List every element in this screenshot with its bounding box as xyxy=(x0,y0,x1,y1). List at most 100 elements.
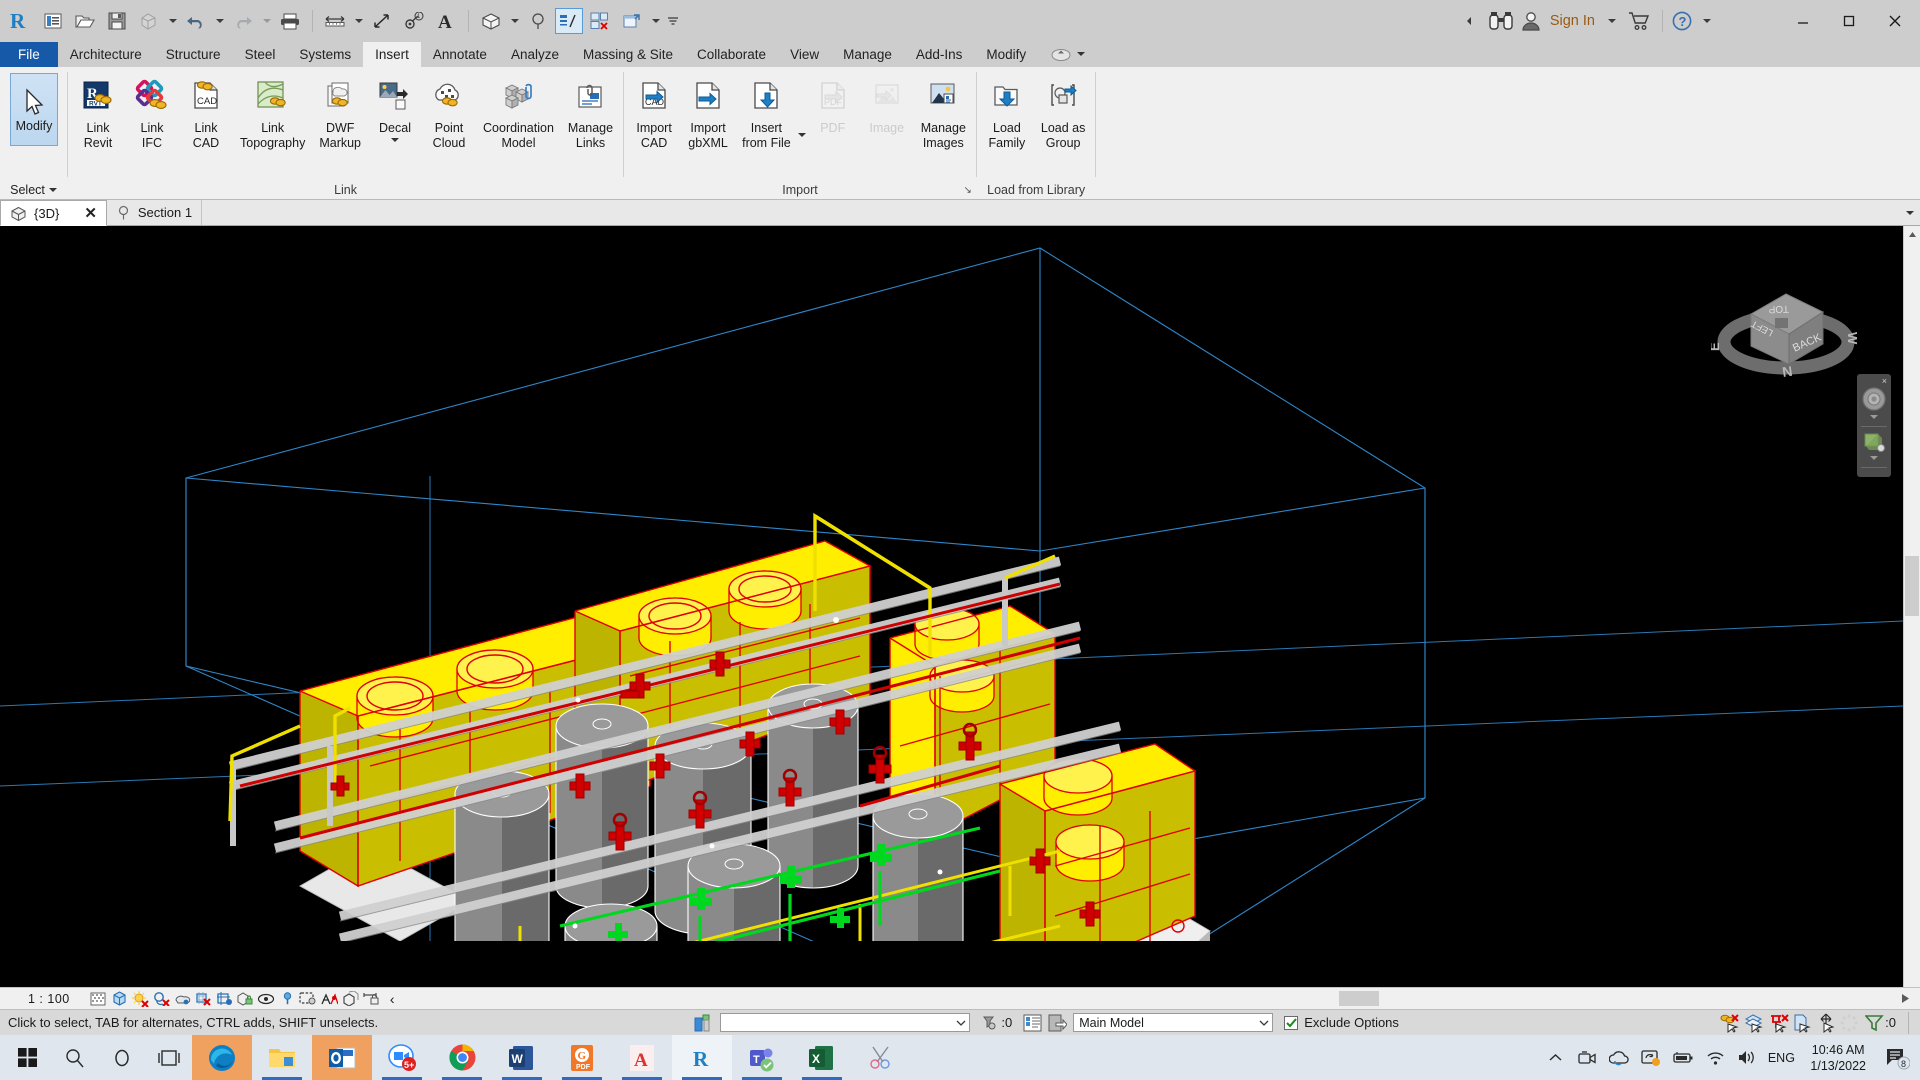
exclude-options-checkbox[interactable] xyxy=(1284,1015,1299,1030)
view-scale[interactable]: 1 : 100 xyxy=(4,992,88,1006)
view-tab-3d[interactable]: {3D} ✕ xyxy=(0,200,107,226)
show-hidden-icons-icon[interactable] xyxy=(1540,1035,1570,1080)
revit-logo-icon[interactable]: R xyxy=(6,6,36,36)
task-view-icon[interactable] xyxy=(145,1035,192,1080)
design-options-icon[interactable] xyxy=(1048,1014,1068,1032)
drawing-canvas[interactable]: N E W TOP LEFT BACK × xyxy=(0,226,1903,987)
horizontal-scroll-thumb[interactable] xyxy=(1338,991,1379,1006)
language-indicator[interactable]: ENG xyxy=(1764,1035,1798,1080)
ribbon-tab-insert[interactable]: Insert xyxy=(363,42,421,67)
horizontal-scrollbar[interactable] xyxy=(408,990,1889,1007)
default-3d-view-icon[interactable] xyxy=(476,6,506,36)
ribbon-tab-annotate[interactable]: Annotate xyxy=(421,42,499,67)
measure-dropdown-icon[interactable] xyxy=(352,6,365,36)
select-underlay-elements-icon[interactable] xyxy=(1744,1013,1766,1033)
view-tab-section-1[interactable]: Section 1 xyxy=(107,200,203,225)
ribbon-tab-massing-site[interactable]: Massing & Site xyxy=(571,42,685,67)
properties-icon[interactable] xyxy=(38,6,68,36)
save-as-icon[interactable] xyxy=(134,6,164,36)
view-tabs-overflow[interactable] xyxy=(1906,200,1920,225)
scroll-right-arrow[interactable] xyxy=(1895,989,1916,1009)
shadows-off-icon[interactable] xyxy=(151,989,172,1009)
ribbon-tab-steel[interactable]: Steel xyxy=(233,42,288,67)
coordination-model-button[interactable]: Coordination Model xyxy=(476,71,561,154)
aligned-dimension-icon[interactable] xyxy=(367,6,397,36)
zoom-dropdown-icon[interactable] xyxy=(1870,456,1878,460)
wifi-icon[interactable] xyxy=(1700,1035,1730,1080)
user-avatar-icon[interactable] xyxy=(1518,6,1544,36)
ribbon-tab-modify[interactable]: Modify xyxy=(974,42,1038,67)
manage-links-button[interactable]: Manage Links xyxy=(561,71,620,154)
navigation-bar[interactable]: × xyxy=(1857,374,1891,477)
ribbon-tab-structure[interactable]: Structure xyxy=(154,42,233,67)
close-button[interactable] xyxy=(1872,0,1918,42)
visual-style-icon[interactable] xyxy=(109,989,130,1009)
editable-elements-status[interactable]: :0 xyxy=(976,1014,1017,1031)
redo-icon[interactable] xyxy=(228,6,258,36)
cart-icon[interactable] xyxy=(1623,6,1657,36)
notifications-icon[interactable]: 8 xyxy=(1878,1035,1918,1080)
ribbon-tab-analyze[interactable]: Analyze xyxy=(499,42,571,67)
render-dialog-icon[interactable] xyxy=(172,989,193,1009)
undo-dropdown-icon[interactable] xyxy=(213,6,226,36)
ribbon-tab-view[interactable]: View xyxy=(778,42,831,67)
load-family-button[interactable]: Load Family xyxy=(980,71,1034,154)
load-as-group-button[interactable]: Load as Group xyxy=(1034,71,1092,154)
detail-level-icon[interactable] xyxy=(88,989,109,1009)
ribbon-tab-add-ins[interactable]: Add-Ins xyxy=(904,42,975,67)
ribbon-tab-file[interactable]: File xyxy=(0,42,58,67)
taskbar-app-autocad[interactable]: A xyxy=(612,1035,672,1080)
lock-3d-view-icon[interactable] xyxy=(235,989,256,1009)
link-cad-button[interactable]: CAD Link CAD xyxy=(179,71,233,154)
temporary-view-properties-icon[interactable] xyxy=(298,989,319,1009)
crop-view-off-icon[interactable] xyxy=(193,989,214,1009)
taskbar-app-chrome[interactable] xyxy=(432,1035,492,1080)
taskbar-app-teams[interactable]: T xyxy=(732,1035,792,1080)
clock[interactable]: 10:46 AM 1/13/2022 xyxy=(1800,1042,1876,1074)
vertical-scroll-thumb[interactable] xyxy=(1905,556,1919,616)
model-3d-view[interactable] xyxy=(0,226,1903,941)
volume-icon[interactable] xyxy=(1732,1035,1762,1080)
dwf-markup-button[interactable]: DWF Markup xyxy=(312,71,368,154)
sign-in-button[interactable]: Sign In xyxy=(1544,13,1601,29)
save-icon[interactable] xyxy=(102,6,132,36)
model-site-icon[interactable] xyxy=(694,1013,714,1033)
ribbon-tab-collaborate[interactable]: Collaborate xyxy=(685,42,778,67)
thin-lines-icon[interactable] xyxy=(555,8,583,34)
ribbon-tab-manage[interactable]: Manage xyxy=(831,42,904,67)
taskbar-app-outlook[interactable] xyxy=(312,1035,372,1080)
help-dropdown-icon[interactable] xyxy=(1696,6,1718,36)
panel-dialog-launcher-icon[interactable]: ↘ xyxy=(964,185,972,196)
link-revit-button[interactable]: R RVT Link Revit xyxy=(71,71,125,154)
maximize-button[interactable] xyxy=(1826,0,1872,42)
select-links-icon[interactable] xyxy=(1720,1013,1742,1033)
ribbon-tab-architecture[interactable]: Architecture xyxy=(58,42,154,67)
customize-qat-icon[interactable] xyxy=(664,6,682,36)
view-control-expand-icon[interactable]: ‹ xyxy=(382,989,403,1009)
open-icon[interactable] xyxy=(70,6,100,36)
filter-status[interactable]: :0 xyxy=(1860,1014,1901,1032)
minimize-button[interactable] xyxy=(1780,0,1826,42)
undo-icon[interactable] xyxy=(181,6,211,36)
temporary-hide-isolate-icon[interactable] xyxy=(256,989,277,1009)
insert-from-file-dropdown-icon[interactable] xyxy=(797,132,806,137)
modify-button[interactable]: Modify xyxy=(10,73,58,146)
switch-windows-dropdown-icon[interactable] xyxy=(649,6,662,36)
onedrive-icon[interactable] xyxy=(1604,1035,1634,1080)
taskbar-app-revit[interactable]: R xyxy=(672,1035,732,1080)
close-icon[interactable]: ✕ xyxy=(84,204,97,222)
screen-share-icon[interactable] xyxy=(1636,1035,1666,1080)
select-dropdown[interactable]: Select xyxy=(10,180,57,199)
binoculars-icon[interactable] xyxy=(1484,6,1518,36)
insert-from-file-button[interactable]: Insert from File xyxy=(735,71,798,154)
ribbon-tab-overflow[interactable] xyxy=(1038,42,1097,67)
sign-in-dropdown-icon[interactable] xyxy=(1601,6,1623,36)
import-cad-button[interactable]: CAD Import CAD xyxy=(627,71,681,154)
sun-path-icon[interactable] xyxy=(130,989,151,1009)
point-cloud-button[interactable]: Point Cloud xyxy=(422,71,476,154)
cortana-icon[interactable] xyxy=(98,1035,145,1080)
redo-dropdown-icon[interactable] xyxy=(260,6,273,36)
measure-icon[interactable] xyxy=(320,6,350,36)
crop-region-visible-icon[interactable] xyxy=(214,989,235,1009)
battery-icon[interactable] xyxy=(1668,1035,1698,1080)
